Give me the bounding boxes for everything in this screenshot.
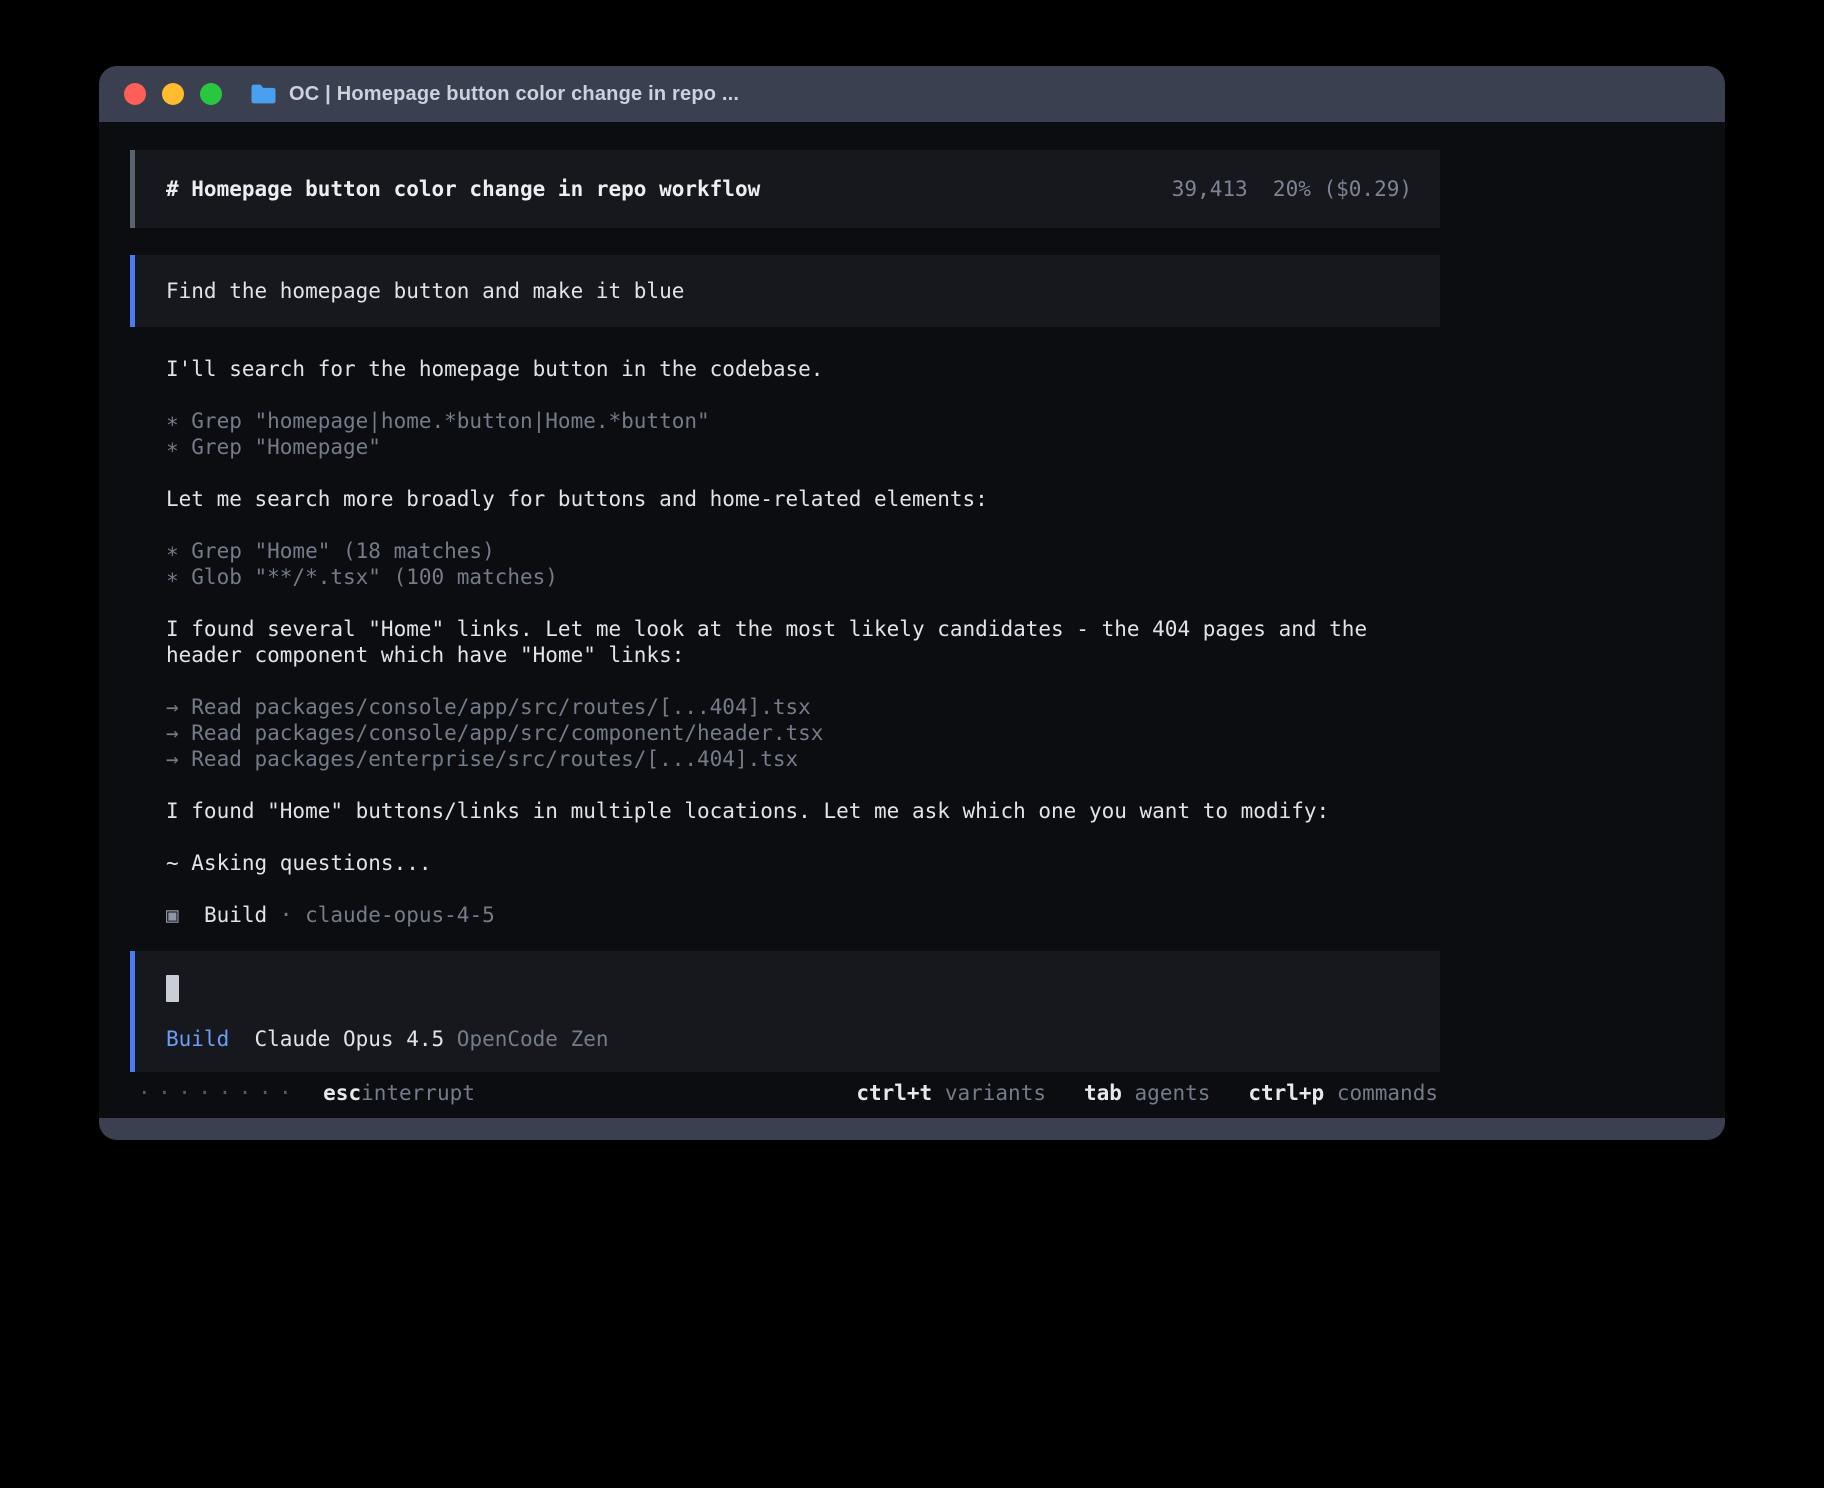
agents-key-hint: tab [1084, 1081, 1122, 1105]
agent-mode-label[interactable]: Build [166, 1027, 229, 1051]
assistant-text: Let me search more broadly for buttons a… [166, 486, 1420, 512]
window-title: OC | Homepage button color change in rep… [289, 83, 739, 106]
prompt-input[interactable]: Build Claude Opus 4.5 OpenCode Zen [130, 951, 1440, 1072]
close-window-button[interactable] [124, 83, 146, 105]
agent-model: claude-opus-4-5 [305, 903, 495, 927]
agents-hint-label: agents [1135, 1081, 1211, 1105]
assistant-text: I found several "Home" links. Let me loo… [166, 616, 1420, 668]
agent-separator: · [280, 903, 293, 927]
tool-call-grep: ∗ Grep "homepage|home.*button|Home.*butt… [166, 408, 1420, 434]
status-bar: ········ esc interrupt ctrl+t variants t… [130, 1072, 1440, 1114]
token-count: 39,413 [1172, 177, 1248, 201]
model-name[interactable]: Claude Opus 4.5 [255, 1027, 445, 1051]
user-message: Find the homepage button and make it blu… [130, 255, 1440, 327]
terminal-content: # Homepage button color change in repo w… [99, 122, 1725, 1118]
esc-key-hint: esc [323, 1080, 361, 1106]
esc-hint-label: interrupt [361, 1080, 475, 1106]
status-asking-questions: ~ Asking questions... [166, 850, 1420, 876]
window-titlebar: OC | Homepage button color change in rep… [99, 66, 1725, 122]
assistant-text: I found "Home" buttons/links in multiple… [166, 798, 1420, 824]
tool-call-read: → Read packages/enterprise/src/routes/[.… [166, 746, 1420, 772]
assistant-text: I'll search for the homepage button in t… [166, 356, 1420, 382]
spinner-dots: ········ [138, 1080, 299, 1106]
zoom-window-button[interactable] [200, 83, 222, 105]
agent-status-line: ▣ Build · claude-opus-4-5 [166, 902, 1420, 928]
provider-name: OpenCode Zen [457, 1027, 609, 1051]
commands-key-hint: ctrl+p [1248, 1081, 1324, 1105]
variants-key-hint: ctrl+t [856, 1081, 932, 1105]
text-cursor [166, 975, 179, 1002]
assistant-transcript: I'll search for the homepage button in t… [130, 356, 1440, 928]
tool-call-grep: ∗ Grep "Home" (18 matches) [166, 538, 1420, 564]
tool-call-read: → Read packages/console/app/src/componen… [166, 720, 1420, 746]
minimize-window-button[interactable] [162, 83, 184, 105]
tool-call-group: ∗ Grep "Home" (18 matches) ∗ Glob "**/*.… [166, 538, 1420, 590]
tool-call-read: → Read packages/console/app/src/routes/[… [166, 694, 1420, 720]
session-title: # Homepage button color change in repo w… [166, 176, 760, 202]
folder-icon [250, 83, 277, 105]
agent-name: Build [204, 903, 267, 927]
variants-hint-label: variants [945, 1081, 1046, 1105]
session-stats: 39,413 20% ($0.29) [1172, 176, 1412, 202]
tool-call-glob: ∗ Glob "**/*.tsx" (100 matches) [166, 564, 1420, 590]
session-header: # Homepage button color change in repo w… [130, 150, 1440, 228]
context-usage: 20% ($0.29) [1273, 177, 1412, 201]
window-footer [99, 1118, 1725, 1140]
tool-call-group: ∗ Grep "homepage|home.*button|Home.*butt… [166, 408, 1420, 460]
agent-icon: ▣ [166, 903, 179, 927]
keyboard-hints: ctrl+t variants tab agents ctrl+p comman… [856, 1080, 1438, 1106]
terminal-window: OC | Homepage button color change in rep… [99, 66, 1725, 1140]
user-message-text: Find the homepage button and make it blu… [166, 279, 684, 303]
commands-hint-label: commands [1337, 1081, 1438, 1105]
input-meta-row: Build Claude Opus 4.5 OpenCode Zen [166, 1026, 1412, 1052]
tool-call-group: → Read packages/console/app/src/routes/[… [166, 694, 1420, 772]
tool-call-grep: ∗ Grep "Homepage" [166, 434, 1420, 460]
